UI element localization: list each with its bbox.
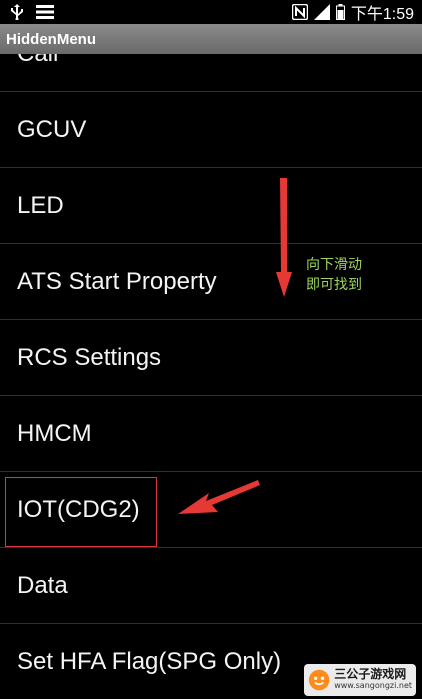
battery-icon xyxy=(335,4,345,20)
watermark-name: 三公子游戏网 xyxy=(334,667,407,681)
app-title: HiddenMenu xyxy=(6,30,96,48)
nfc-icon xyxy=(291,4,308,20)
watermark-logo-icon xyxy=(308,669,330,691)
menu-item-label: Call xyxy=(17,54,58,68)
menu-item-data[interactable]: Data xyxy=(0,548,422,624)
highlight-box xyxy=(5,477,157,547)
status-time: 下午1:59 xyxy=(350,6,414,23)
watermark: 三公子游戏网 www.sangongzi.net xyxy=(304,664,416,696)
menu-item-label: Data xyxy=(17,571,68,599)
scroll-hint: 向下滑动 即可找到 xyxy=(306,255,362,295)
menu-item-label: Set HFA Flag(SPG Only) xyxy=(17,647,282,675)
scroll-hint-line-1: 向下滑动 xyxy=(306,257,362,273)
scroll-hint-line-2: 即可找到 xyxy=(306,277,362,293)
watermark-url: www.sangongzi.net xyxy=(334,681,412,690)
menu-item-label: HMCM xyxy=(17,419,92,447)
menu-item-label: GCUV xyxy=(17,115,87,143)
menu-item-gcuv[interactable]: GCUV xyxy=(0,92,422,168)
usb-icon xyxy=(10,4,24,20)
menu-item-label: ATS Start Property xyxy=(17,267,217,295)
menu-item-hmcm[interactable]: HMCM xyxy=(0,396,422,472)
menu-list[interactable]: Call GCUV LED ATS Start Property RCS Set… xyxy=(0,54,422,699)
menu-item-call[interactable]: Call xyxy=(0,54,422,92)
menu-item-led[interactable]: LED xyxy=(0,168,422,244)
signal-icon xyxy=(313,4,330,20)
menu-item-rcs-settings[interactable]: RCS Settings xyxy=(0,320,422,396)
menu-item-label: RCS Settings xyxy=(17,343,162,371)
title-bar: HiddenMenu xyxy=(0,24,422,54)
menu-icon xyxy=(36,5,54,19)
status-bar: 下午1:59 xyxy=(0,0,422,24)
menu-item-label: LED xyxy=(17,191,64,219)
